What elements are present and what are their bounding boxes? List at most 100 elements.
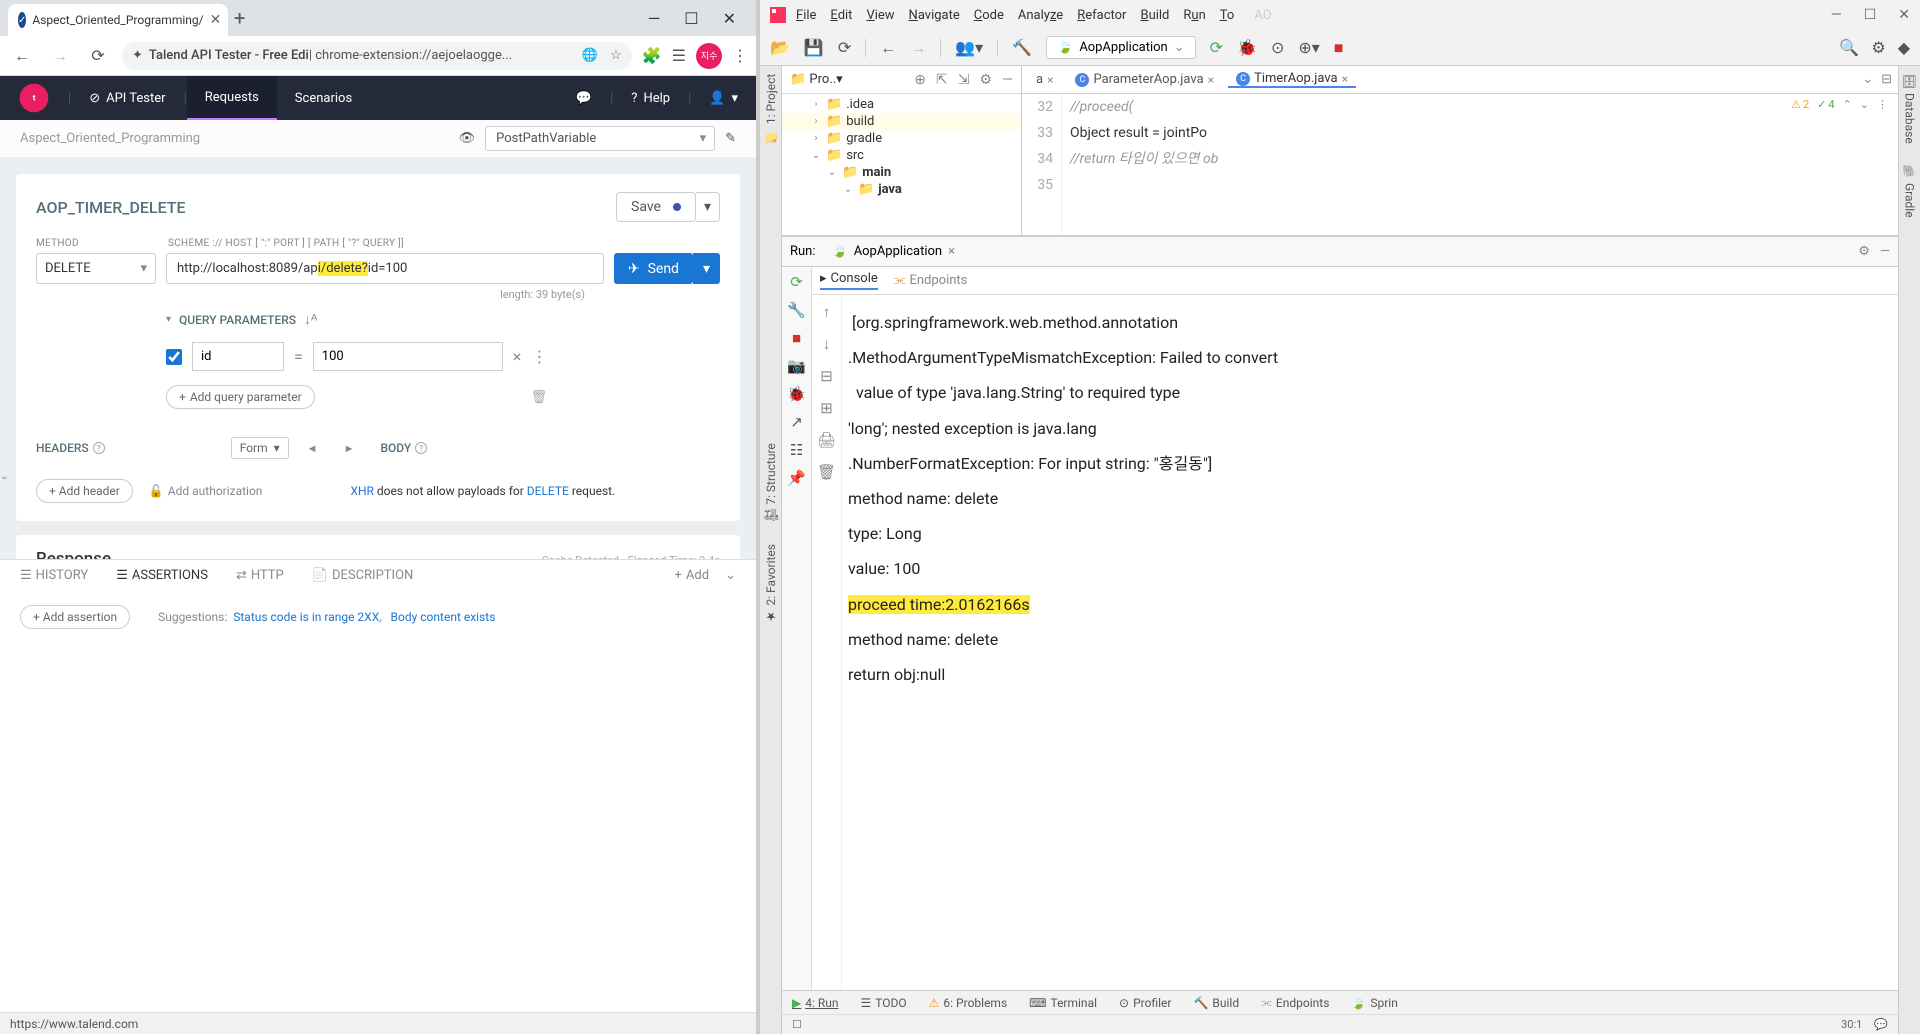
extensions-icon[interactable]: 🧩 [642,46,662,65]
browser-tab[interactable]: ✓ Aspect_Oriented_Programming/ ✕ [8,4,228,36]
collapse-left-icon[interactable]: ◄ [307,442,318,455]
bookmark-icon[interactable]: ☆ [610,48,622,63]
param-value-input[interactable] [313,342,503,371]
inspect-menu-icon[interactable]: ⋮ [1877,98,1888,111]
build-icon[interactable]: 🔨 [1012,38,1032,57]
endpoints-tab[interactable]: ⫘ Endpoints [894,273,968,288]
url-input[interactable]: http://localhost:8089/api/delete?id=100 [166,253,604,284]
chat-icon[interactable]: 💬 [558,76,610,120]
collapse-right-icon[interactable]: ► [344,442,355,455]
layout-icon[interactable]: ☷ [790,441,803,459]
expand-icon[interactable]: ⇱ [936,72,948,88]
tab-requests[interactable]: Requests [187,76,277,120]
tabs-list-icon[interactable]: ⊟ [1881,72,1892,87]
run-icon[interactable]: ⟳ [1210,38,1223,57]
sidebar-tab-project[interactable]: 📁 1: Project [764,74,778,143]
back-icon[interactable]: ← [880,38,896,58]
code-area[interactable]: //proceed( Object result = jointPo //ret… [1062,94,1898,235]
bottom-tab-run[interactable]: ▶ 4: Run [792,996,839,1010]
url-bar[interactable]: ✦ Talend API Tester - Free Edi | chrome-… [122,42,632,70]
close-window-icon[interactable]: ✕ [1898,7,1910,23]
debug-icon[interactable]: 🐞 [1237,38,1257,57]
target-icon[interactable]: ⊕ [914,72,926,88]
close-tab-icon[interactable]: ✕ [210,12,222,28]
profile-icon[interactable]: ⊕▾ [1298,38,1319,57]
pin-icon[interactable]: 📌 [787,469,806,487]
headers-view-select[interactable]: Form▾ [231,437,289,459]
tree-item-java[interactable]: ⌄📁java [782,181,1021,198]
bottom-tab-spring[interactable]: 🍃 Sprin [1351,996,1397,1010]
bug-icon[interactable]: 🐞 [787,385,806,403]
reload-icon[interactable]: ⟳ [84,46,112,65]
menu-navigate[interactable]: Navigate [909,8,960,23]
user-switch-icon[interactable]: 👥▾ [955,38,983,57]
user-menu[interactable]: 👤 ▾ [691,76,756,120]
suggestion-link-2[interactable]: Body content exists [391,610,496,624]
tab-scenarios[interactable]: Scenarios [277,76,370,120]
bottom-tab-build[interactable]: 🔨 Build [1193,996,1239,1010]
param-menu-icon[interactable]: ⋮ [531,347,547,366]
down-icon[interactable]: ↓ [823,335,831,353]
left-expand-caret[interactable]: › [0,470,12,486]
forward-icon[interactable]: → [910,38,926,58]
suggestion-link-1[interactable]: Status code is in range 2XX [233,610,379,624]
sidebar-tab-gradle[interactable]: 🐘 Gradle [1903,164,1917,217]
add-header-button[interactable]: + Add header [36,479,133,503]
search-icon[interactable]: 🔍 [1839,38,1859,57]
tree-item-main[interactable]: ⌄📁main [782,164,1021,181]
hide-icon[interactable]: — [1002,72,1013,88]
close-window-icon[interactable]: ✕ [723,9,736,28]
profile-avatar[interactable]: 지수 [696,43,722,69]
collapse-icon[interactable]: ⌄ [725,568,736,583]
bottom-tab-terminal[interactable]: ⌨ Terminal [1029,996,1097,1010]
tab-assertions[interactable]: ☰ ASSERTIONS [116,568,208,583]
run-config-select[interactable]: 🍃 AopApplication ⌄ [1046,36,1196,59]
print-icon[interactable]: 🖨 [817,431,836,449]
bottom-tab-problems[interactable]: ⚠ 6: Problems [929,996,1008,1010]
request-select[interactable]: PostPathVariable [485,126,715,151]
close-icon[interactable]: × [948,244,955,259]
trash-icon[interactable]: 🗑 [531,390,548,405]
param-key-input[interactable] [192,342,284,371]
tree-item-gradle[interactable]: ›📁gradle [782,130,1021,147]
editor-tab-timer[interactable]: CTimerAop.java× [1228,71,1356,88]
new-tab-button[interactable]: + [234,6,245,30]
back-icon[interactable]: ← [8,46,36,66]
menu-edit[interactable]: Edit [830,8,852,23]
stop-icon[interactable]: ■ [792,329,801,347]
menu-tools[interactable]: To [1220,8,1235,23]
scroll-icon[interactable]: ⊞ [820,399,833,417]
api-tester-link[interactable]: ⊘ API Tester [71,76,183,120]
add-auth-button[interactable]: 🔓 Add authorization [149,484,263,498]
console-tab[interactable]: ▸ Console [820,271,878,290]
eye-icon[interactable]: 👁 [459,131,476,146]
menu-file[interactable]: File [796,8,816,23]
camera-icon[interactable]: 📷 [787,357,806,375]
save-icon[interactable]: 💾 [804,38,824,57]
hide-icon[interactable]: — [1880,244,1890,259]
wrap-icon[interactable]: ⊟ [820,367,833,385]
menu-build[interactable]: Build [1140,8,1169,23]
maximize-icon[interactable]: ☐ [1864,7,1877,23]
sidebar-tab-favorites[interactable]: ★ 2: Favorites [764,544,778,624]
tab-history[interactable]: ☰ HISTORY [20,568,88,583]
stop-icon[interactable]: ■ [1334,38,1344,58]
add-tab-button[interactable]: + Add [675,568,710,583]
warnings-badge[interactable]: ⚠2 [1791,98,1809,111]
tree-item-build[interactable]: ›📁build [782,113,1021,130]
menu-run[interactable]: Run [1183,8,1205,23]
sidebar-tab-database[interactable]: 🗄 Database [1903,74,1917,144]
chrome-menu-icon[interactable]: ⋮ [732,46,748,65]
inspect-up-icon[interactable]: ⌃ [1843,98,1852,111]
bottom-tab-endpoints[interactable]: ⫘ Endpoints [1261,995,1329,1010]
open-icon[interactable]: 📂 [770,38,790,57]
up-icon[interactable]: ↑ [823,303,831,321]
send-dropdown[interactable]: ▾ [693,253,720,284]
breadcrumb[interactable]: Aspect_Oriented_Programming [20,131,200,146]
add-assertion-button[interactable]: + Add assertion [20,605,130,629]
save-dropdown[interactable]: ▾ [696,192,720,222]
notifications-icon[interactable]: 💬 [1874,1018,1888,1031]
tab-http[interactable]: ⇄ HTTP [236,568,284,583]
editor-tab-hidden[interactable]: a× [1028,72,1061,87]
collapse-icon[interactable]: ⇲ [958,72,970,88]
